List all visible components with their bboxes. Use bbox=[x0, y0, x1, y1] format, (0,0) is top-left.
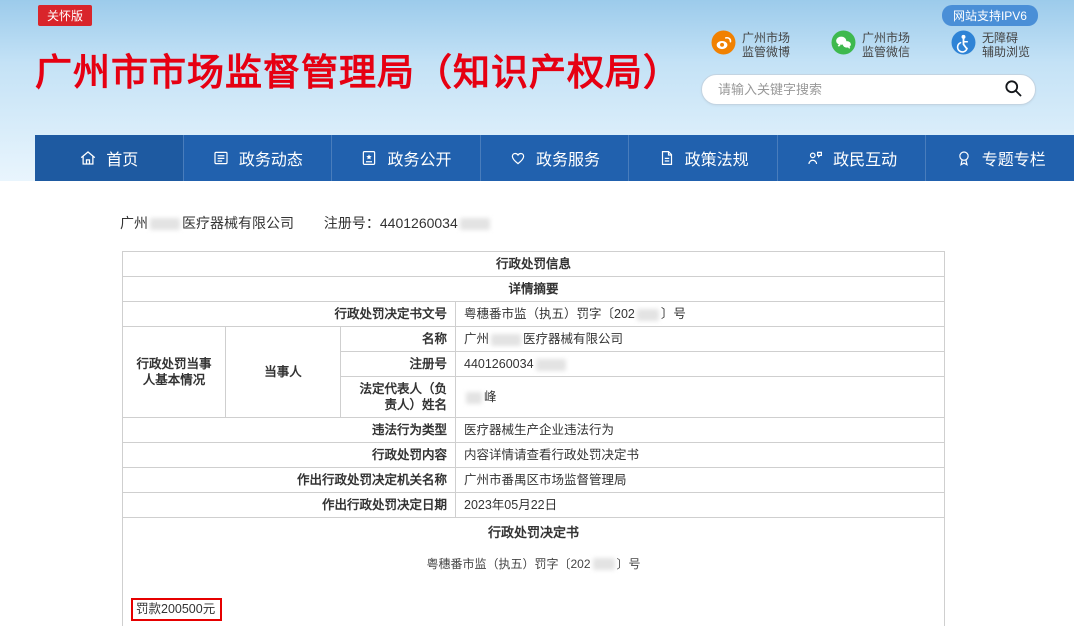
authority-value: 广州市番禺区市场监督管理局 bbox=[456, 468, 945, 493]
violation-type-value: 医疗器械生产企业违法行为 bbox=[456, 418, 945, 443]
legal-rep-value: 峰 bbox=[456, 377, 945, 418]
fine-amount-highlight: 罚款200500元 bbox=[131, 598, 222, 621]
nav-item-services[interactable]: 政务服务 bbox=[480, 135, 629, 181]
decision-document-cell: 行政处罚决定书 粤穗番市监（执五）罚字〔202〕号 罚款200500元 bbox=[123, 518, 945, 626]
decision-doc-no: 粤穗番市监（执五）罚字〔202〕号 bbox=[131, 556, 936, 572]
redaction bbox=[150, 218, 180, 230]
main-content: 广州医疗器械有限公司 注册号：4401260034 行政处罚信息 详情摘要 行政… bbox=[0, 213, 1074, 626]
doc-no-label: 行政处罚决定书文号 bbox=[123, 302, 456, 327]
search-box bbox=[701, 74, 1036, 105]
penalty-content-value: 内容详情请查看行政处罚决定书 bbox=[456, 443, 945, 468]
redaction bbox=[593, 558, 615, 570]
fine-line: 罚款200500元 bbox=[131, 598, 936, 621]
weibo-icon bbox=[711, 30, 736, 60]
search-icon bbox=[1003, 78, 1023, 101]
summary-title: 详情摘要 bbox=[123, 277, 945, 302]
reg-no-value: 4401260034 bbox=[456, 352, 945, 377]
name-value: 广州医疗器械有限公司 bbox=[456, 327, 945, 352]
party-label: 当事人 bbox=[226, 327, 341, 418]
nav-item-home[interactable]: 首页 bbox=[35, 135, 183, 181]
fine-amount-text: 罚款200500元 bbox=[136, 602, 215, 616]
news-icon bbox=[212, 149, 230, 167]
redaction bbox=[491, 334, 521, 346]
site-title: 广州市市场监督管理局（知识产权局） bbox=[35, 42, 681, 96]
wechat-icon bbox=[831, 30, 856, 60]
header-right: 广州市场监管微博 广州市场监管微信 无障碍辅助浏 bbox=[701, 30, 1036, 105]
decision-date-label: 作出行政处罚决定日期 bbox=[123, 493, 456, 518]
accessibility-label: 无障碍辅助浏览 bbox=[982, 31, 1030, 59]
table-title: 行政处罚信息 bbox=[123, 252, 945, 277]
wechat-link[interactable]: 广州市场监管微信 bbox=[831, 30, 910, 60]
weibo-link[interactable]: 广州市场监管微博 bbox=[711, 30, 790, 60]
accessibility-link[interactable]: 无障碍辅助浏览 bbox=[951, 30, 1030, 60]
nav-item-disclosure[interactable]: 政务公开 bbox=[331, 135, 480, 181]
decision-title: 行政处罚决定书 bbox=[131, 525, 936, 541]
party-group-label: 行政处罚当事人基本情况 bbox=[123, 327, 226, 418]
wechat-label: 广州市场监管微信 bbox=[862, 31, 910, 59]
nav-item-laws[interactable]: 政策法规 bbox=[628, 135, 777, 181]
legal-rep-label: 法定代表人（负责人）姓名 bbox=[341, 377, 456, 418]
redaction bbox=[637, 309, 659, 321]
doc-no-value: 粤穗番市监（执五）罚字〔202〕号 bbox=[456, 302, 945, 327]
redaction bbox=[466, 392, 482, 404]
care-mode-badge[interactable]: 关怀版 bbox=[38, 5, 92, 26]
nav-item-interaction[interactable]: 政民互动 bbox=[777, 135, 926, 181]
social-links: 广州市场监管微博 广州市场监管微信 无障碍辅助浏 bbox=[701, 30, 1036, 60]
law-doc-icon bbox=[658, 149, 676, 167]
interaction-icon bbox=[806, 149, 824, 167]
site-header: 关怀版 网站支持IPV6 广州市市场监督管理局（知识产权局） 广州市场监管微博 bbox=[0, 0, 1074, 181]
redaction bbox=[536, 359, 566, 371]
search-button[interactable] bbox=[1003, 78, 1023, 101]
penalty-info-table: 行政处罚信息 详情摘要 行政处罚决定书文号 粤穗番市监（执五）罚字〔202〕号 … bbox=[122, 251, 945, 626]
nav-item-special[interactable]: 专题专栏 bbox=[925, 135, 1074, 181]
disclosure-icon bbox=[360, 149, 378, 167]
name-label: 名称 bbox=[341, 327, 456, 352]
authority-label: 作出行政处罚决定机关名称 bbox=[123, 468, 456, 493]
special-badge-icon bbox=[955, 149, 973, 167]
company-header-line: 广州医疗器械有限公司 注册号：4401260034 bbox=[120, 213, 1074, 233]
main-nav: 首页 政务动态 政务公开 政务服务 bbox=[35, 135, 1074, 181]
ipv6-badge: 网站支持IPV6 bbox=[942, 5, 1038, 26]
accessibility-icon bbox=[951, 30, 976, 60]
page: 关怀版 网站支持IPV6 广州市市场监督管理局（知识产权局） 广州市场监管微博 bbox=[0, 0, 1074, 626]
weibo-label: 广州市场监管微博 bbox=[742, 31, 790, 59]
reg-no-label: 注册号 bbox=[341, 352, 456, 377]
service-heart-icon bbox=[509, 149, 527, 167]
home-icon bbox=[79, 149, 97, 167]
violation-type-label: 违法行为类型 bbox=[123, 418, 456, 443]
search-input[interactable] bbox=[718, 82, 1003, 97]
decision-date-value: 2023年05月22日 bbox=[456, 493, 945, 518]
nav-item-news[interactable]: 政务动态 bbox=[183, 135, 332, 181]
redaction bbox=[460, 218, 490, 230]
penalty-content-label: 行政处罚内容 bbox=[123, 443, 456, 468]
